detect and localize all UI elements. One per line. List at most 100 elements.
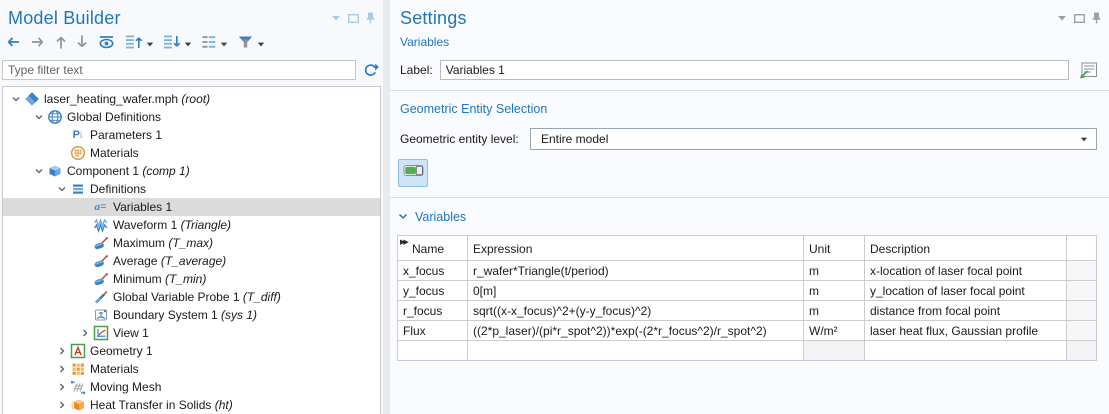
column-header-expression[interactable]: Expression bbox=[468, 236, 804, 261]
cell-name[interactable]: y_focus bbox=[398, 281, 468, 301]
variables-icon: a= bbox=[92, 199, 109, 215]
tree-item-global-definitions[interactable]: Global Definitions bbox=[3, 108, 380, 126]
chevron-right-icon[interactable] bbox=[55, 401, 69, 409]
tree-item-parameters-1[interactable]: PiParameters 1 bbox=[3, 126, 380, 144]
cell-unit[interactable]: W/m² bbox=[804, 321, 865, 341]
cell-extra[interactable] bbox=[1067, 341, 1097, 361]
cell-description[interactable]: x-location of laser focal point bbox=[865, 261, 1067, 281]
chevron-down-icon[interactable] bbox=[9, 95, 23, 103]
pin-icon[interactable] bbox=[1092, 12, 1101, 24]
variables-table: ▶▶NameExpressionUnitDescription x_focusr… bbox=[397, 235, 1097, 361]
chevron-down-icon[interactable] bbox=[32, 113, 46, 121]
float-window-icon[interactable] bbox=[348, 14, 359, 23]
chevron-down-icon[interactable] bbox=[184, 40, 192, 48]
cell-unit[interactable]: m bbox=[804, 301, 865, 321]
settings-title: Settings bbox=[400, 8, 467, 29]
chevron-down-icon[interactable] bbox=[257, 40, 265, 48]
variable-row-empty[interactable] bbox=[398, 341, 1097, 361]
tree-item-global-variable-probe-1[interactable]: Global Variable Probe 1 (T_diff) bbox=[3, 288, 380, 306]
column-header-name[interactable]: ▶▶Name bbox=[398, 236, 468, 261]
cell-unit[interactable]: m bbox=[804, 261, 865, 281]
cell-description[interactable]: distance from focal point bbox=[865, 301, 1067, 321]
chevron-down-icon[interactable] bbox=[146, 40, 154, 48]
cell-extra bbox=[1067, 301, 1097, 321]
cell-description[interactable]: laser heat flux, Gaussian profile bbox=[865, 321, 1067, 341]
list-up-button[interactable] bbox=[122, 34, 157, 54]
edit-label-icon[interactable] bbox=[1078, 61, 1099, 80]
tree-item-boundary-system-1[interactable]: Boundary System 1 (sys 1) bbox=[3, 306, 380, 324]
materials-globe-icon bbox=[69, 145, 86, 161]
chevron-down-icon[interactable] bbox=[55, 185, 69, 193]
filter-funnel-icon bbox=[237, 34, 254, 55]
chevron-right-icon[interactable] bbox=[78, 329, 92, 337]
variable-row-flux[interactable]: Flux((2*p_laser)/(pi*r_spot^2))*exp(-(2*… bbox=[398, 321, 1097, 341]
tree-item-label: Maximum (T_max) bbox=[113, 236, 213, 250]
cell-expression[interactable]: r_wafer*Triangle(t/period) bbox=[468, 261, 804, 281]
tree-item-laser-heating-wafer-mph[interactable]: laser_heating_wafer.mph (root) bbox=[3, 90, 380, 108]
settings-subtitle: Variables bbox=[390, 29, 1109, 49]
tree-item-minimum[interactable]: Minimum (T_min) bbox=[3, 270, 380, 288]
chevron-down-icon[interactable] bbox=[331, 14, 341, 22]
tree-item-geometry-1[interactable]: Geometry 1 bbox=[3, 342, 380, 360]
cell-unit[interactable] bbox=[804, 341, 865, 361]
variable-row-x-focus[interactable]: x_focusr_wafer*Triangle(t/period)mx-loca… bbox=[398, 261, 1097, 281]
arrow-down-button[interactable] bbox=[73, 34, 91, 54]
filter-funnel-button[interactable] bbox=[234, 34, 268, 54]
variable-row-r-focus[interactable]: r_focussqrt((x-x_focus)^2+(y-y_focus)^2)… bbox=[398, 301, 1097, 321]
column-header-unit[interactable]: Unit bbox=[804, 236, 865, 261]
collapse-section-icon[interactable] bbox=[398, 208, 408, 226]
tree-item-label: Minimum (T_min) bbox=[113, 272, 206, 286]
cell-description[interactable] bbox=[865, 341, 1067, 361]
show-eye-button[interactable] bbox=[94, 34, 119, 54]
chevron-down-icon[interactable] bbox=[32, 167, 46, 175]
pin-icon[interactable] bbox=[366, 12, 375, 24]
chevron-down-icon[interactable] bbox=[1057, 14, 1067, 22]
tree-item-waveform-1[interactable]: Waveform 1 (Triangle) bbox=[3, 216, 380, 234]
tree-item-view-1[interactable]: View 1 bbox=[3, 324, 380, 342]
cell-unit[interactable]: m bbox=[804, 281, 865, 301]
tree-item-maximum[interactable]: Maximum (T_max) bbox=[3, 234, 380, 252]
tree-item-materials[interactable]: Materials bbox=[3, 144, 380, 162]
cell-expression[interactable] bbox=[468, 341, 804, 361]
cell-name[interactable] bbox=[398, 341, 468, 361]
materials-grid-icon bbox=[69, 361, 86, 377]
active-selection-toggle-button[interactable] bbox=[398, 159, 428, 187]
arrow-right-button[interactable] bbox=[27, 34, 49, 54]
probe-icon bbox=[92, 235, 109, 251]
variable-row-y-focus[interactable]: y_focus0[m]my_location of laser focal po… bbox=[398, 281, 1097, 301]
chevron-right-icon[interactable] bbox=[55, 365, 69, 373]
cell-expression[interactable]: sqrt((x-x_focus)^2+(y-y_focus)^2) bbox=[468, 301, 804, 321]
component-cube-icon bbox=[46, 163, 63, 179]
tree-item-materials[interactable]: Materials bbox=[3, 360, 380, 378]
tree-item-heat-transfer-in-solids[interactable]: Heat Transfer in Solids (ht) bbox=[3, 396, 380, 414]
list-down-button[interactable] bbox=[160, 34, 195, 54]
tree-item-variables-1[interactable]: a=Variables 1 bbox=[3, 198, 380, 216]
filter-input[interactable] bbox=[2, 60, 356, 80]
chevron-right-icon[interactable] bbox=[55, 347, 69, 355]
cell-description[interactable]: y_location of laser focal point bbox=[865, 281, 1067, 301]
cell-name[interactable]: Flux bbox=[398, 321, 468, 341]
tree-item-component-1[interactable]: Component 1 (comp 1) bbox=[3, 162, 380, 180]
arrow-left-button[interactable] bbox=[2, 34, 24, 54]
cell-expression[interactable]: ((2*p_laser)/(pi*r_spot^2))*exp(-(2*r_fo… bbox=[468, 321, 804, 341]
label-input[interactable] bbox=[440, 60, 1069, 80]
tree-item-definitions[interactable]: Definitions bbox=[3, 180, 380, 198]
cell-name[interactable]: x_focus bbox=[398, 261, 468, 281]
chevron-down-icon[interactable] bbox=[220, 40, 228, 48]
tree-item-average[interactable]: Average (T_average) bbox=[3, 252, 380, 270]
cell-expression[interactable]: 0[m] bbox=[468, 281, 804, 301]
global-probe-icon bbox=[92, 289, 109, 305]
tree-item-moving-mesh[interactable]: Moving Mesh bbox=[3, 378, 380, 396]
geometric-entity-level-select[interactable]: Entire model bbox=[530, 128, 1097, 150]
arrow-left-icon bbox=[5, 35, 21, 54]
arrow-up-button[interactable] bbox=[52, 34, 70, 54]
geometric-entity-level-label: Geometric entity level: bbox=[400, 132, 530, 146]
cell-name[interactable]: r_focus bbox=[398, 301, 468, 321]
chevron-right-icon[interactable] bbox=[55, 383, 69, 391]
arrow-down-icon bbox=[76, 34, 88, 55]
column-header-description[interactable]: Description bbox=[865, 236, 1067, 261]
float-window-icon[interactable] bbox=[1074, 14, 1085, 23]
refresh-icon[interactable] bbox=[362, 62, 380, 79]
list-plain-button[interactable] bbox=[198, 34, 231, 54]
arrow-up-icon bbox=[55, 34, 67, 55]
